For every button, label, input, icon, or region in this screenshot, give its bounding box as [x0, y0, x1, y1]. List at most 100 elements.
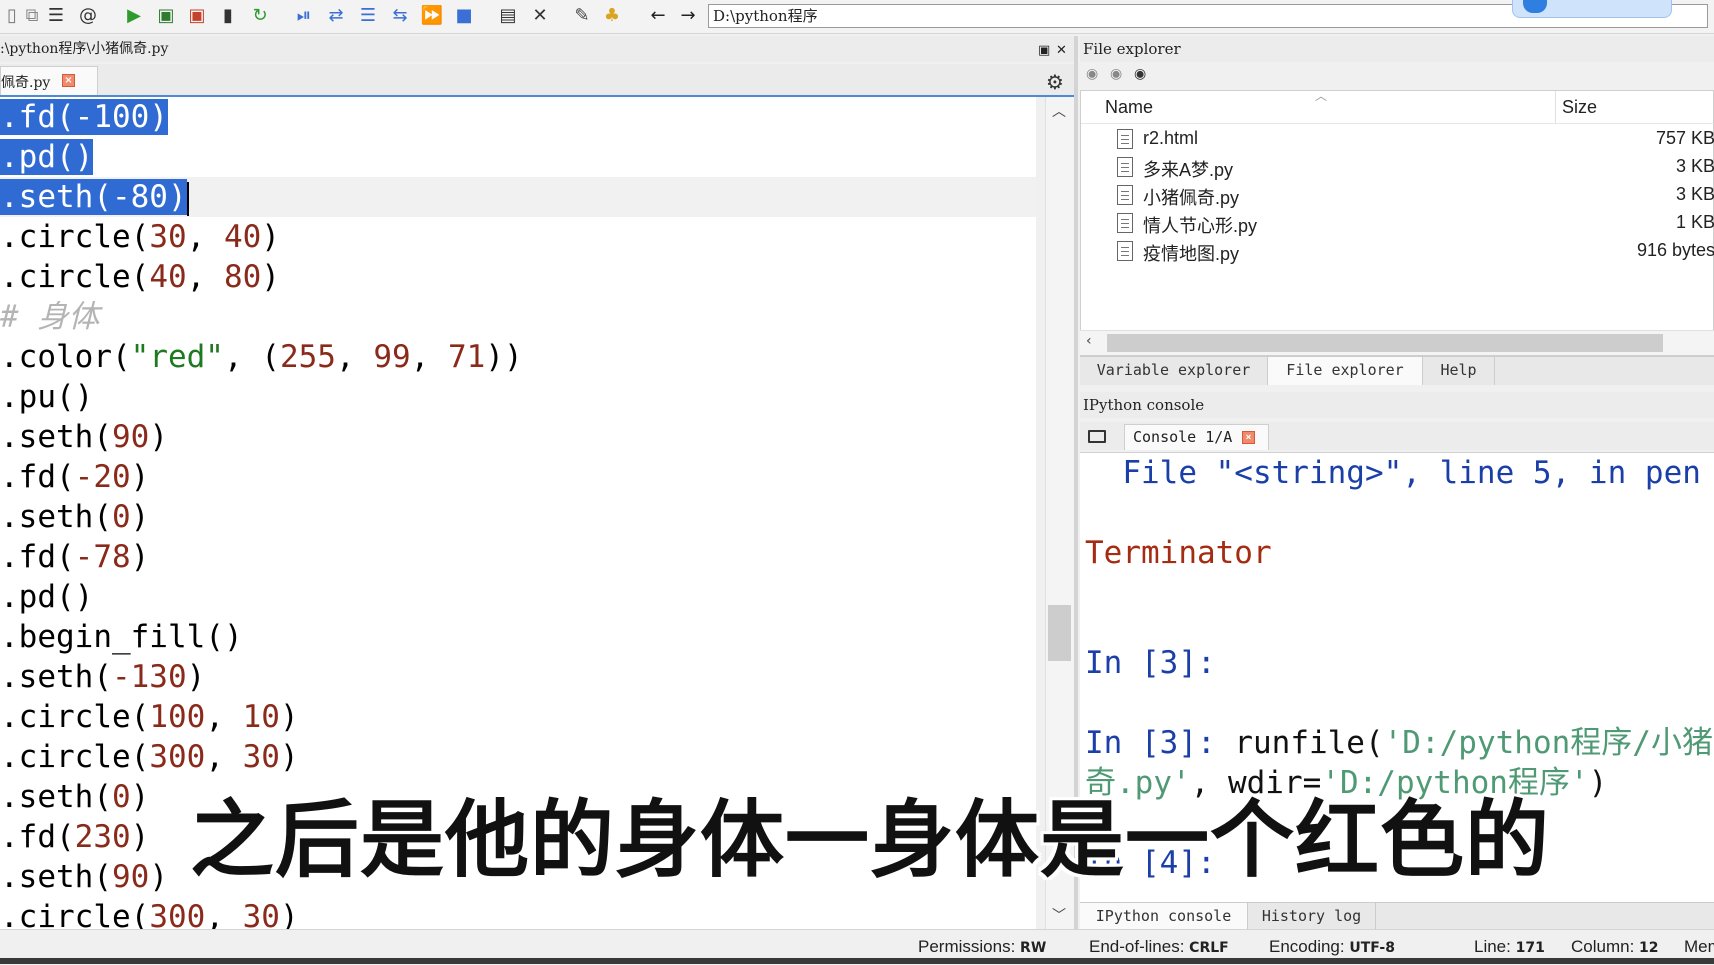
stop-icon[interactable]: ■ — [452, 4, 476, 28]
tab-variable-explorer[interactable]: Variable explorer — [1080, 357, 1268, 385]
selected-code: .fd(-100) — [0, 99, 168, 135]
file-explorer-nav: ◉ ◉ ◉ — [1080, 64, 1714, 88]
close-console-icon[interactable]: × — [1242, 431, 1255, 444]
wrench-icon[interactable]: ✎ — [570, 4, 594, 28]
code-line: .seth(90) — [0, 419, 168, 455]
forward-arrow-icon[interactable]: → — [676, 4, 700, 28]
cloud-upload-button[interactable] — [1512, 0, 1672, 18]
file-row[interactable]: r2.html 757 KB — [1081, 125, 1714, 153]
close-tab-icon[interactable]: × — [62, 74, 75, 87]
copy-icon[interactable]: ⧉ — [20, 4, 44, 28]
code-line: .color("red", (255, 99, 71)) — [0, 339, 523, 375]
main-toolbar: ▯ ⧉ ☰ @ ▶ ▣ ▣ ▮ ↻ ⏯ ⇄ ☰ ⇆ ⏩ ■ ▤ ✕ ✎ ♣ ← … — [0, 0, 1714, 34]
code-line: .fd(-100) — [0, 97, 1036, 137]
scroll-down-icon[interactable]: ﹀ — [1052, 905, 1066, 925]
python-icon[interactable]: ♣ — [600, 4, 624, 28]
code-line: .circle(30, 40) — [0, 219, 280, 255]
file-explorer-title: File explorer — [1080, 36, 1714, 62]
console-prompt: In [3]: — [1085, 645, 1216, 681]
code-line: .seth(-130) — [0, 659, 206, 695]
step-into-icon[interactable]: ⇄ — [324, 4, 348, 28]
bottom-pane-tabs: IPython console History log — [1080, 902, 1714, 931]
tab-ipython-console[interactable]: IPython console — [1080, 903, 1248, 931]
scroll-up-icon[interactable]: ︿ — [1052, 101, 1066, 121]
forward-icon[interactable]: ◉ — [1110, 66, 1122, 82]
file-row[interactable]: 多来A梦.py 3 KB — [1081, 153, 1714, 181]
step-return-icon[interactable]: ⇆ — [388, 4, 412, 28]
at-icon[interactable]: @ — [76, 4, 100, 28]
text-cursor — [186, 181, 189, 216]
column-name-header[interactable]: Name — [1105, 97, 1153, 118]
list-icon[interactable]: ☰ — [44, 4, 68, 28]
encoding-status: Encoding: UTF-8 — [1269, 937, 1395, 956]
console-tab-label: Console 1/A — [1133, 428, 1233, 446]
step-over-icon[interactable]: ☰ — [356, 4, 380, 28]
back-arrow-icon[interactable]: ← — [646, 4, 670, 28]
run-selection-icon[interactable]: ▮ — [216, 4, 240, 28]
editor-title-bar: :\python程序\小猪佩奇.py ▣ ✕ — [0, 36, 1074, 62]
debug-step-icon[interactable]: ⏯ — [292, 4, 316, 28]
scrollbar-thumb[interactable] — [1107, 334, 1663, 352]
file-list-header: ︿ Name Size — [1081, 89, 1714, 124]
selected-code: .seth(-80) — [0, 179, 187, 215]
tab-history-log[interactable]: History log — [1248, 903, 1376, 931]
code-line: .pd() — [0, 137, 1036, 177]
continue-icon[interactable]: ⏩ — [420, 4, 444, 28]
taskbar-edge — [0, 958, 1714, 964]
cloud-icon — [1523, 0, 1547, 13]
column-divider[interactable] — [1555, 91, 1556, 123]
tab-help[interactable]: Help — [1423, 357, 1495, 385]
permissions-status: Permissions: RW — [918, 937, 1047, 956]
error-message: Terminator — [1085, 535, 1272, 571]
code-line: .circle(300, 30) — [0, 899, 299, 929]
parent-directory-icon[interactable]: ◉ — [1134, 66, 1146, 82]
column-status: Column: 12 — [1571, 937, 1659, 956]
file-tab-label: 佩奇.py — [1, 75, 51, 91]
back-icon[interactable]: ◉ — [1086, 66, 1098, 82]
code-comment: # 身体 — [0, 299, 100, 335]
undock-icon[interactable]: ▣ — [1038, 38, 1050, 64]
top-pane-tabs: Variable explorer File explorer Help — [1080, 356, 1714, 385]
document-icon — [1117, 213, 1133, 233]
file-row[interactable]: 小猪佩奇.py 3 KB — [1081, 181, 1714, 209]
scrollbar-thumb[interactable] — [1048, 605, 1071, 661]
document-icon — [1117, 185, 1133, 205]
code-line: .circle(300, 30) — [0, 739, 299, 775]
close-pane-icon[interactable]: ✕ — [1056, 38, 1067, 64]
run-cell-advance-icon[interactable]: ▣ — [185, 4, 209, 28]
file-list: ︿ Name Size r2.html 757 KB 多来A梦.py 3 KB 小猪… — [1080, 89, 1714, 356]
console-tab-bar: Console 1/A × — [1080, 422, 1714, 450]
code-line: .fd(-20) — [0, 459, 150, 495]
selected-code: .pd() — [0, 139, 94, 175]
run-icon[interactable]: ▶ — [122, 4, 146, 28]
file-row[interactable]: 情人节心形.py 1 KB — [1081, 209, 1714, 237]
ipython-console-title: IPython console — [1080, 392, 1714, 418]
sort-indicator-icon: ︿ — [1315, 89, 1328, 103]
tab-file-explorer[interactable]: File explorer — [1268, 357, 1423, 385]
file-row[interactable]: 疫情地图.py 916 bytes — [1081, 237, 1714, 265]
scroll-left-icon[interactable]: ‹ — [1086, 333, 1092, 349]
rerun-icon[interactable]: ↻ — [248, 4, 272, 28]
gear-icon[interactable]: ⚙ — [1046, 70, 1064, 94]
code-line: .circle(100, 10) — [0, 699, 299, 735]
fullscreen-icon[interactable]: ✕ — [528, 4, 552, 28]
code-line: .circle(40, 80) — [0, 259, 280, 295]
code-line-current: .seth(-80) — [0, 177, 1036, 217]
document-icon — [1117, 129, 1133, 149]
code-line: .begin_fill() — [0, 619, 243, 655]
folder-icon[interactable] — [1088, 430, 1106, 443]
file-list-horizontal-scrollbar[interactable]: ‹ — [1080, 330, 1714, 355]
line-status: Line: 171 — [1474, 937, 1545, 956]
editor-file-path: :\python程序\小猪佩奇.py — [0, 41, 169, 57]
maximize-pane-icon[interactable]: ▤ — [496, 4, 520, 28]
code-line: .pu() — [0, 379, 94, 415]
editor-file-tab[interactable]: 佩奇.py × — [0, 66, 98, 95]
editor-tab-bar: 佩奇.py × — [0, 64, 1074, 97]
console-command: In [3]: runfile('D:/python程序/小猪 — [1085, 725, 1713, 761]
eol-status: End-of-lines: CRLF — [1089, 937, 1229, 956]
console-tab[interactable]: Console 1/A × — [1124, 424, 1269, 450]
code-line: .fd(-78) — [0, 539, 150, 575]
column-size-header[interactable]: Size — [1562, 97, 1597, 118]
video-subtitle: 之后是他的身体一身体是一个红色的 — [190, 791, 1551, 889]
run-cell-icon[interactable]: ▣ — [154, 4, 178, 28]
